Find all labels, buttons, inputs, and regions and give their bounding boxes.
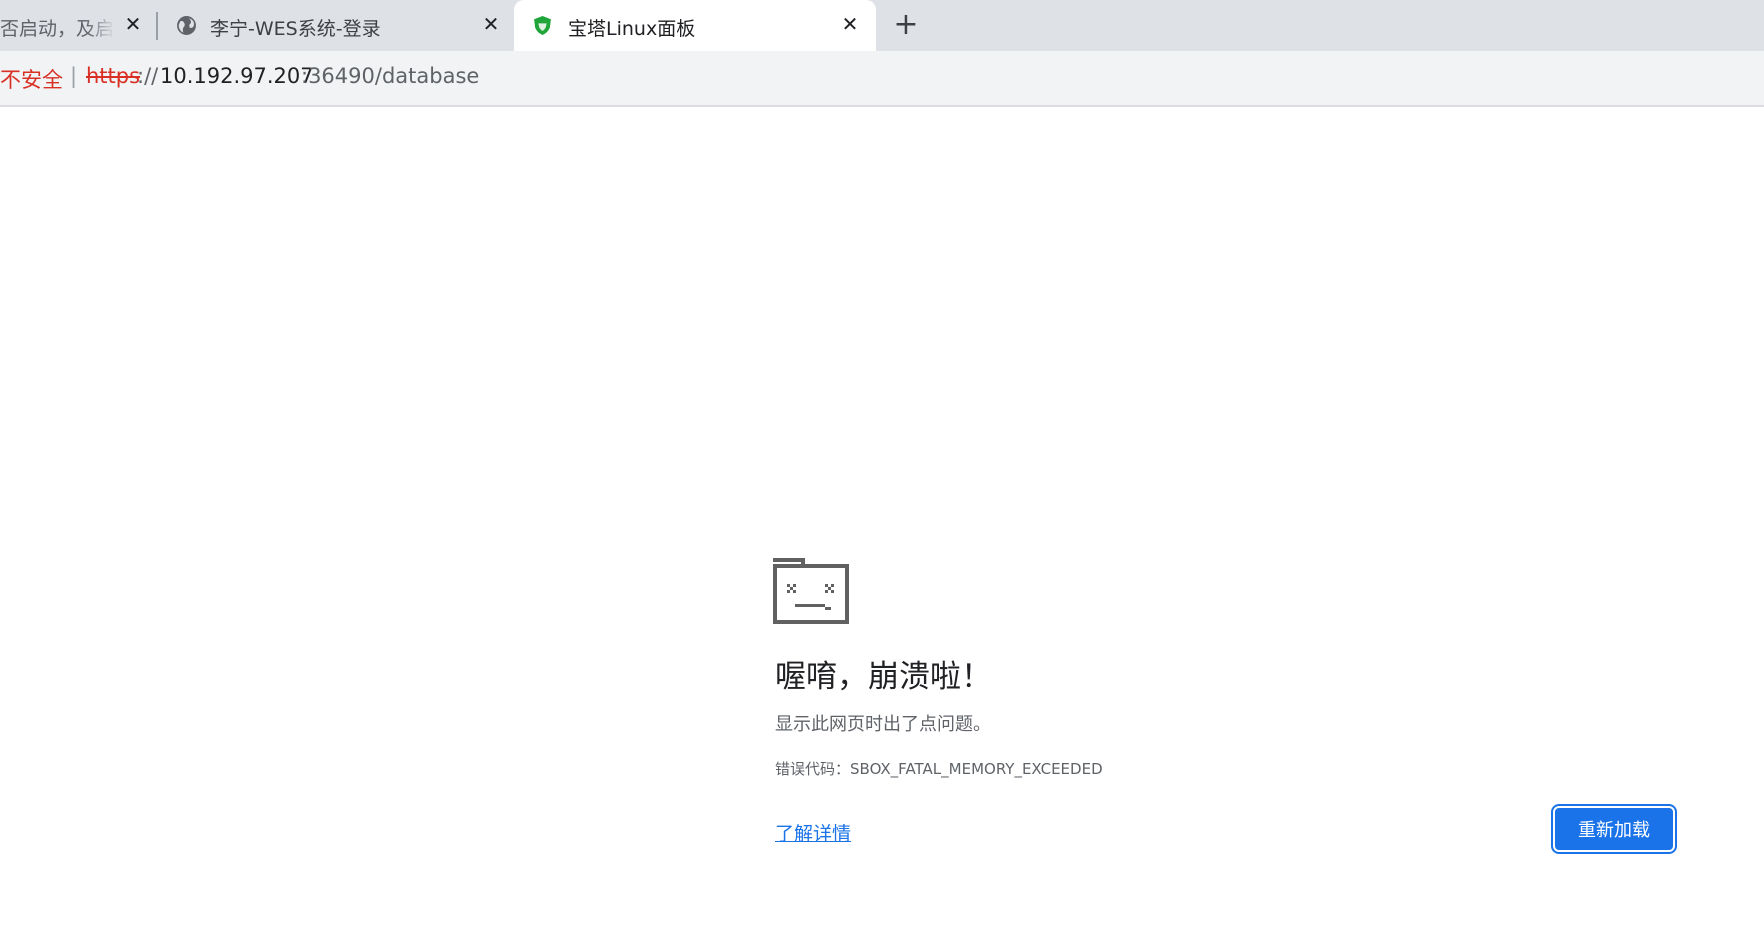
learn-more-link[interactable]: 了解详情	[775, 819, 851, 846]
tab-3-active[interactable]: 宝塔Linux面板 ✕	[514, 0, 876, 51]
new-tab-button[interactable]: +	[892, 10, 920, 40]
url-path: :36490/database	[301, 64, 480, 88]
sad-folder-icon	[773, 558, 849, 624]
tab-separator	[156, 12, 158, 40]
omnibox-separator: |	[70, 64, 78, 88]
error-code: 错误代码：SBOX_FATAL_MEMORY_EXCEEDED	[775, 758, 1103, 779]
close-icon[interactable]: ✕	[122, 13, 144, 35]
security-warning[interactable]: 不安全	[0, 64, 63, 94]
url-scheme-separator: ://	[137, 64, 159, 88]
tab-1[interactable]: 否启动，及启动 ✕	[0, 0, 154, 51]
close-icon[interactable]: ✕	[839, 13, 861, 35]
url-scheme: https	[86, 64, 141, 88]
tab-strip: 否启动，及启动 ✕ 李宁-WES系统-登录 ✕ 宝塔Linux面板 ✕ +	[0, 0, 1764, 51]
tab-2-title: 李宁-WES系统-登录	[210, 18, 381, 40]
toolbar: 不安全 | https :// 10.192.97.207 :36490/dat…	[0, 51, 1764, 107]
error-code-label: 错误代码：	[775, 760, 851, 778]
error-code-value: SBOX_FATAL_MEMORY_EXCEEDED	[850, 760, 1103, 778]
tab-1-title: 否启动，及启动	[0, 18, 115, 40]
tab-3-title: 宝塔Linux面板	[568, 18, 696, 40]
globe-icon	[177, 16, 196, 35]
reload-button[interactable]: 重新加载	[1553, 806, 1675, 852]
error-heading: 喔唷，崩溃啦！	[775, 659, 992, 695]
close-icon[interactable]: ✕	[480, 13, 502, 35]
url-host: 10.192.97.207	[160, 64, 314, 88]
error-message: 显示此网页时出了点问题。	[775, 714, 991, 735]
bt-shield-icon	[534, 16, 551, 35]
tab-2[interactable]: 李宁-WES系统-登录 ✕	[160, 0, 512, 51]
